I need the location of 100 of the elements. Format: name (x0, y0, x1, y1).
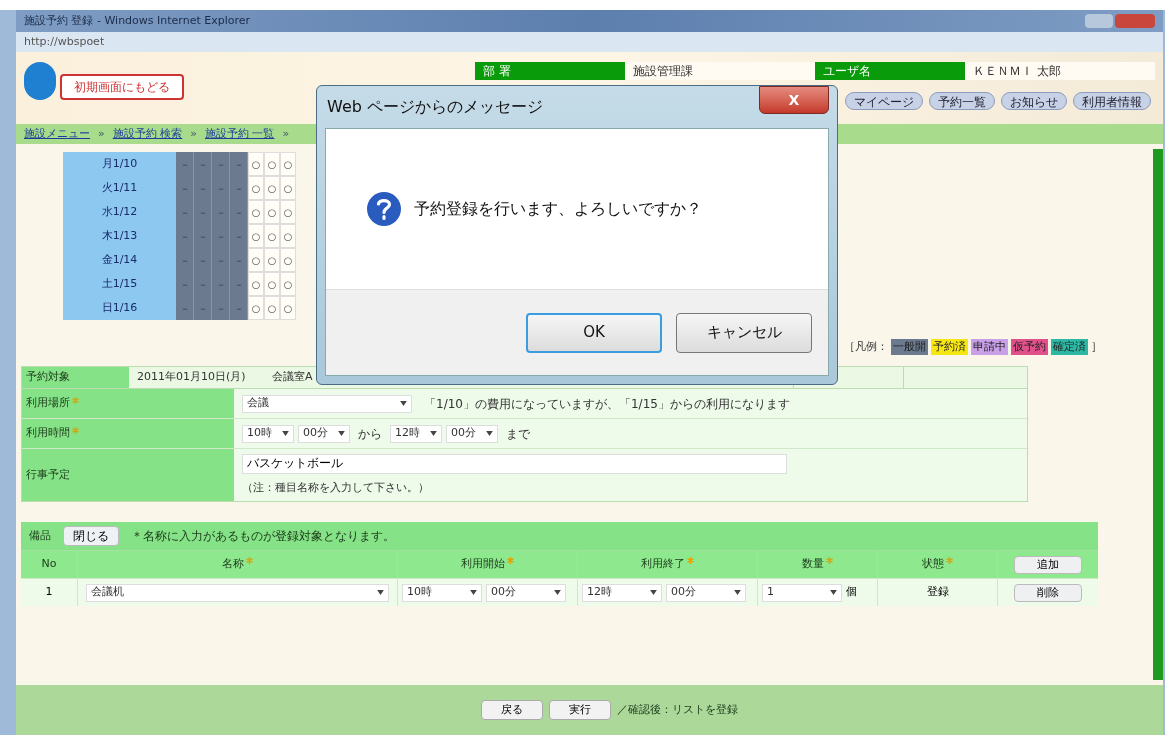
breadcrumb-separator: » (190, 125, 197, 142)
required-icon (72, 397, 79, 404)
required-icon (246, 557, 253, 564)
address-text: http://wbspoet (24, 33, 105, 50)
available-cell[interactable]: ○ (264, 272, 280, 296)
caret-icon (554, 590, 561, 595)
available-cell[interactable]: ○ (280, 224, 296, 248)
dropdown[interactable]: 1 (762, 583, 842, 602)
dialog-message: 予約登録を行います、よろしいですか？ (414, 198, 702, 220)
row-number: 1 (45, 584, 53, 601)
field-label: ユーザ名 (815, 62, 965, 80)
caret-icon (734, 590, 741, 595)
breadcrumb-link[interactable]: 施設予約 一覧 (204, 125, 275, 143)
dropdown[interactable]: 00分 (486, 583, 566, 602)
available-cell[interactable]: ○ (264, 248, 280, 272)
event-note: （注：種目名称を入力して下さい。） (242, 479, 430, 496)
home-button[interactable]: 初期画面にもどる (60, 74, 184, 100)
unit-text: 個 (846, 584, 857, 601)
submit-button[interactable]: 実行 (549, 700, 611, 720)
available-cell[interactable]: ○ (264, 200, 280, 224)
dropdown-value: 10時 (247, 425, 272, 442)
close-button[interactable] (1115, 14, 1155, 28)
form-label: 予約対象 (22, 367, 129, 388)
available-cell[interactable]: ○ (280, 152, 296, 176)
available-cell[interactable]: ○ (248, 296, 264, 320)
dropdown-value: 00分 (451, 425, 476, 442)
header-button[interactable]: 利用者情報 (1073, 92, 1151, 110)
minimize-button[interactable] (1085, 14, 1113, 28)
scrollbar[interactable] (1153, 149, 1163, 680)
field-value: 施設管理課 (625, 62, 815, 80)
form-label: 利用場所 (26, 395, 70, 412)
column-header: 利用終了 (641, 556, 685, 573)
legend-tag: 確定済 (1051, 338, 1088, 356)
dropdown[interactable]: 会議 (242, 394, 412, 413)
available-cell[interactable]: ○ (280, 272, 296, 296)
caret-icon (470, 590, 477, 595)
dropdown[interactable]: 00分 (666, 583, 746, 602)
field-label: 部 署 (475, 62, 625, 80)
available-cell[interactable]: ○ (280, 200, 296, 224)
state-text: 登録 (926, 584, 949, 601)
time-text: から (357, 425, 383, 443)
legend-tag: 申請中 (971, 338, 1008, 356)
dialog-button[interactable]: キャンセル (676, 312, 812, 353)
available-cell[interactable]: ○ (264, 296, 280, 320)
dropdown-value: 会議机 (91, 584, 124, 601)
toggle-button[interactable]: 閉じる (63, 526, 119, 546)
breadcrumb-link[interactable]: 施設メニュー (24, 125, 90, 143)
available-cell[interactable]: ○ (264, 224, 280, 248)
available-cell[interactable]: ○ (280, 296, 296, 320)
dropdown[interactable]: 10時 (242, 424, 294, 443)
header-button[interactable]: お知らせ (1001, 92, 1067, 110)
time-text: まで (505, 425, 531, 443)
dropdown[interactable]: 12時 (582, 583, 662, 602)
back-button[interactable]: 戻る (481, 700, 543, 720)
date-cell: 火1/11 (63, 176, 176, 200)
required-icon (507, 557, 514, 564)
available-cell[interactable]: ○ (248, 176, 264, 200)
delete-button[interactable]: 削除 (1014, 583, 1082, 602)
dropdown[interactable]: 00分 (446, 424, 498, 443)
address-bar[interactable]: http://wbspoet (16, 32, 1163, 52)
breadcrumb-link[interactable]: 施設予約 検索 (112, 125, 183, 143)
field-value: ＫＥＮＭＩ 太郎 (965, 62, 1155, 80)
header-button[interactable]: マイページ (845, 92, 923, 110)
event-input[interactable]: バスケットボール (242, 453, 787, 474)
available-cell[interactable]: ○ (248, 152, 264, 176)
column-header: No (41, 556, 57, 573)
header-button[interactable]: 予約一覧 (929, 92, 995, 110)
date-cell: 土1/15 (63, 272, 176, 296)
available-cell[interactable]: ○ (248, 224, 264, 248)
mascot-icon (24, 62, 56, 100)
available-cell[interactable]: ○ (280, 248, 296, 272)
dropdown[interactable]: 会議机 (86, 583, 389, 602)
required-icon (826, 557, 833, 564)
dropdown[interactable]: 10時 (402, 583, 482, 602)
dropdown-value: 12時 (395, 425, 420, 442)
available-cell[interactable]: ○ (264, 176, 280, 200)
dropdown-value: 00分 (491, 584, 516, 601)
available-cell[interactable]: ○ (248, 200, 264, 224)
available-cell[interactable]: ○ (264, 152, 280, 176)
required-icon (72, 427, 79, 434)
available-cell[interactable]: ○ (248, 248, 264, 272)
dialog-title: Web ページからのメッセージ (326, 96, 543, 118)
date-cell: 水1/12 (63, 200, 176, 224)
add-button[interactable]: 追加 (1014, 555, 1082, 574)
column-header: 名称 (222, 556, 244, 573)
dropdown-value: 会議 (247, 395, 269, 412)
date-cell: 木1/13 (63, 224, 176, 248)
footer-note: ／確認後：リストを登録 (617, 701, 738, 718)
dropdown[interactable]: 12時 (390, 424, 442, 443)
dropdown[interactable]: 00分 (298, 424, 350, 443)
form-label: 利用時間 (26, 425, 70, 442)
legend-tag: 一般開 (891, 338, 928, 356)
close-button[interactable]: X (759, 86, 829, 114)
available-cell[interactable]: ○ (248, 272, 264, 296)
dialog-button[interactable]: OK (526, 312, 662, 353)
equipment-note: ＊名称に入力があるものが登録対象となります。 (131, 528, 395, 545)
breadcrumb-separator: » (98, 125, 105, 142)
dropdown-value: 00分 (303, 425, 328, 442)
available-cell[interactable]: ○ (280, 176, 296, 200)
legend-tag: 予約済 (931, 338, 968, 356)
